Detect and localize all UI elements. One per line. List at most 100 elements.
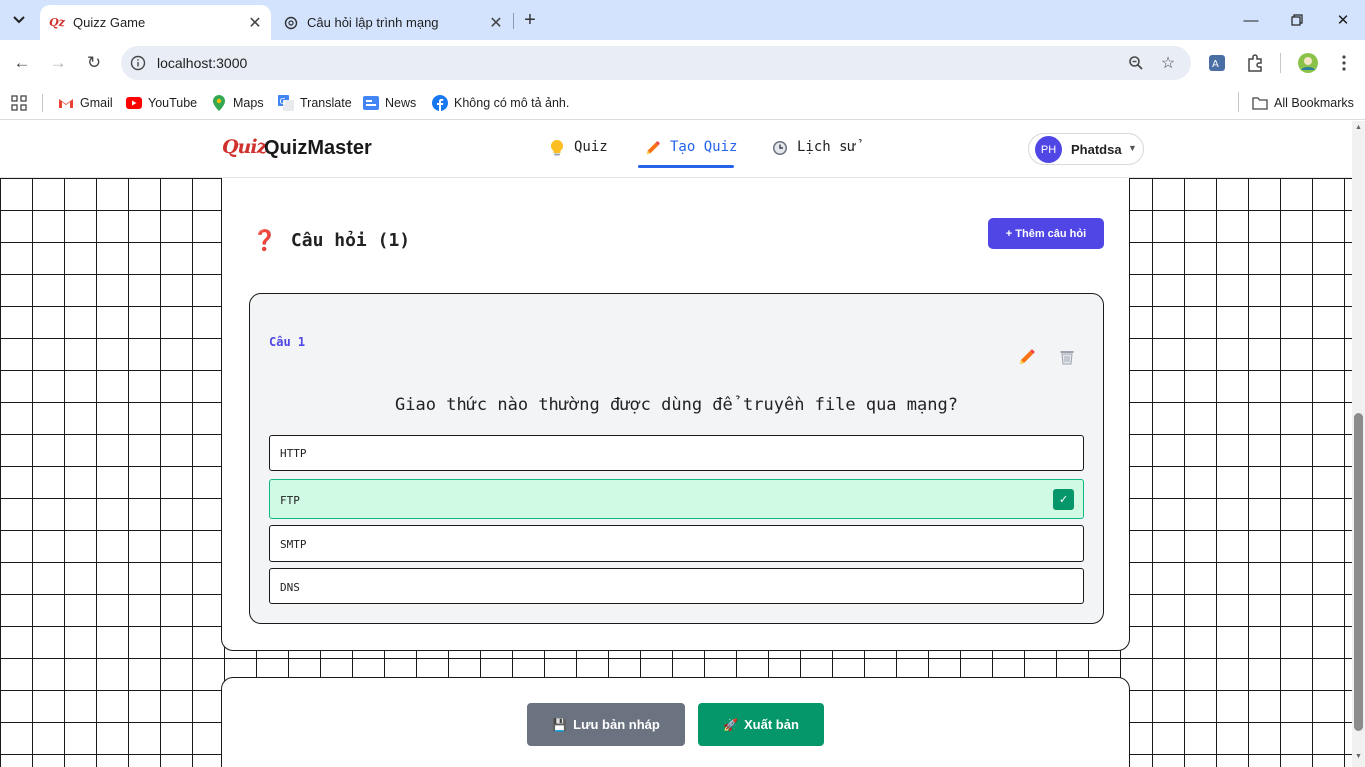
url-text[interactable]: localhost:3000 xyxy=(157,55,247,71)
floppy-disk-icon: 💾 xyxy=(552,717,568,732)
translate-extension-icon[interactable]: A xyxy=(1205,51,1229,75)
chevron-down-icon xyxy=(13,16,25,24)
questions-heading: ❓ Câu hỏi (1) xyxy=(252,228,410,252)
bookmarks-divider xyxy=(42,94,43,112)
gmail-icon xyxy=(58,95,74,111)
all-bookmarks-button[interactable]: All Bookmarks xyxy=(1252,92,1354,114)
nav-label: Tạo Quiz xyxy=(670,139,738,155)
profile-avatar-icon[interactable] xyxy=(1296,51,1320,75)
questions-title: Câu hỏi (1) xyxy=(290,229,411,251)
bookmark-label: Gmail xyxy=(80,96,113,110)
bookmarks-bar: Gmail YouTube Maps G Translate News Khôn… xyxy=(0,86,1365,120)
facebook-icon xyxy=(432,95,448,111)
tab-search-button[interactable] xyxy=(6,8,32,32)
all-bookmarks-label: All Bookmarks xyxy=(1274,96,1354,110)
youtube-icon xyxy=(126,95,142,111)
page-scrollbar[interactable]: ▲ ▼ xyxy=(1352,121,1365,767)
translate-icon: G xyxy=(278,95,294,111)
clock-icon xyxy=(771,139,789,157)
news-icon xyxy=(363,95,379,111)
extensions-puzzle-icon[interactable] xyxy=(1243,51,1267,75)
browser-menu-icon[interactable] xyxy=(1332,51,1356,75)
bookmark-label: Không có mô tả ảnh. xyxy=(454,96,570,110)
tab-title: Câu hỏi lập trình mạng xyxy=(307,15,439,30)
app-name[interactable]: QuizMaster xyxy=(264,137,372,160)
svg-text:G: G xyxy=(280,97,286,106)
browser-toolbar: ← → ↻ localhost:3000 ☆ A xyxy=(0,40,1365,86)
user-name: Phatdsa xyxy=(1071,142,1122,157)
new-tab-button[interactable]: + xyxy=(519,9,541,31)
quiz-logo-mark[interactable]: Quiz xyxy=(222,136,267,158)
bookmark-translate[interactable]: G Translate xyxy=(278,92,352,114)
save-draft-button[interactable]: 💾 Lưu bản nháp xyxy=(527,703,685,746)
openai-icon xyxy=(283,15,299,31)
app-header: Quiz QuizMaster Quiz Tạo Quiz Lịch sử PH… xyxy=(0,121,1352,178)
forward-icon[interactable]: → xyxy=(46,51,70,75)
actions-card: 💾 Lưu bản nháp 🚀 Xuất bản xyxy=(221,677,1130,767)
close-tab-icon[interactable]: ✕ xyxy=(486,13,506,33)
close-tab-icon[interactable]: ✕ xyxy=(245,13,265,33)
answer-option[interactable]: SMTP xyxy=(269,525,1084,562)
browser-tab-bar: Qz Quizz Game ✕ Câu hỏi lập trình mạng ✕… xyxy=(0,0,1365,40)
bookmark-gmail[interactable]: Gmail xyxy=(58,92,113,114)
scrollbar-thumb[interactable] xyxy=(1354,413,1363,731)
address-bar[interactable]: localhost:3000 ☆ xyxy=(121,46,1191,80)
add-question-button[interactable]: + Thêm câu hỏi xyxy=(988,218,1104,249)
question-number: Câu 1 xyxy=(269,335,306,349)
scroll-up-icon[interactable]: ▲ xyxy=(1355,124,1362,131)
question-mark-icon: ❓ xyxy=(252,228,277,252)
tab-divider xyxy=(513,13,514,29)
nav-label: Lịch sử xyxy=(797,139,857,155)
answer-text: HTTP xyxy=(280,447,307,460)
zoom-icon[interactable] xyxy=(1127,54,1145,72)
folder-icon xyxy=(1252,95,1268,111)
tab-cau-hoi[interactable]: Câu hỏi lập trình mạng ✕ xyxy=(274,5,512,40)
delete-question-trash-icon[interactable] xyxy=(1057,347,1077,367)
bookmark-label: YouTube xyxy=(148,96,198,110)
edit-question-pencil-icon[interactable] xyxy=(1017,347,1037,367)
nav-label: Quiz xyxy=(574,139,608,155)
save-draft-label: Lưu bản nháp xyxy=(573,717,660,732)
bookmark-label: Translate xyxy=(300,96,352,110)
answer-option[interactable]: DNS xyxy=(269,568,1084,604)
tab-quizz-game[interactable]: Qz Quizz Game ✕ xyxy=(40,5,271,40)
bookmark-maps[interactable]: Maps xyxy=(211,92,264,114)
back-icon[interactable]: ← xyxy=(10,51,34,75)
minimize-icon[interactable]: — xyxy=(1239,8,1263,32)
rocket-icon: 🚀 xyxy=(723,717,739,732)
restore-icon[interactable] xyxy=(1285,8,1309,32)
bookmark-label: News xyxy=(385,96,417,110)
answer-text: FTP xyxy=(280,494,300,507)
answer-text: DNS xyxy=(280,581,300,594)
maps-icon xyxy=(211,95,227,111)
publish-button[interactable]: 🚀 Xuất bản xyxy=(698,703,824,746)
bookmark-label: Maps xyxy=(233,96,264,110)
nav-history[interactable]: Lịch sử xyxy=(771,139,856,169)
nav-quiz[interactable]: Quiz xyxy=(548,139,608,169)
tab-title: Quizz Game xyxy=(73,15,146,30)
apps-grid-icon[interactable] xyxy=(11,92,27,114)
scroll-down-icon[interactable]: ▼ xyxy=(1355,753,1362,760)
close-window-icon[interactable]: ✕ xyxy=(1331,8,1355,32)
bookmark-facebook[interactable]: Không có mô tả ảnh. xyxy=(432,92,569,114)
bookmark-star-icon[interactable]: ☆ xyxy=(1159,54,1177,72)
lightbulb-icon xyxy=(548,139,566,157)
question-card: Câu 1 Giao thức nào thường được dùng để … xyxy=(249,293,1104,624)
publish-label: Xuất bản xyxy=(744,717,799,732)
questions-card: ❓ Câu hỏi (1) + Thêm câu hỏi Câu 1 Giao … xyxy=(221,161,1130,651)
bookmarks-end-divider xyxy=(1238,92,1239,112)
bookmark-news[interactable]: News xyxy=(363,92,416,114)
toolbar-divider xyxy=(1280,53,1281,73)
bookmark-youtube[interactable]: YouTube xyxy=(126,92,197,114)
site-info-icon[interactable] xyxy=(129,54,147,72)
answer-text: SMTP xyxy=(280,538,307,551)
quizz-logo-icon: Qz xyxy=(49,16,65,29)
page-viewport: ❓ Câu hỏi (1) + Thêm câu hỏi Câu 1 Giao … xyxy=(0,121,1365,767)
user-menu[interactable]: PH Phatdsa ▼ xyxy=(1028,133,1144,165)
answer-option-correct[interactable]: FTP ✓ xyxy=(269,479,1084,519)
question-text: Giao thức nào thường được dùng để truyền… xyxy=(395,395,958,415)
avatar: PH xyxy=(1035,136,1062,163)
answer-option[interactable]: HTTP xyxy=(269,435,1084,471)
reload-icon[interactable]: ↻ xyxy=(82,51,106,75)
active-nav-underline xyxy=(638,165,734,168)
